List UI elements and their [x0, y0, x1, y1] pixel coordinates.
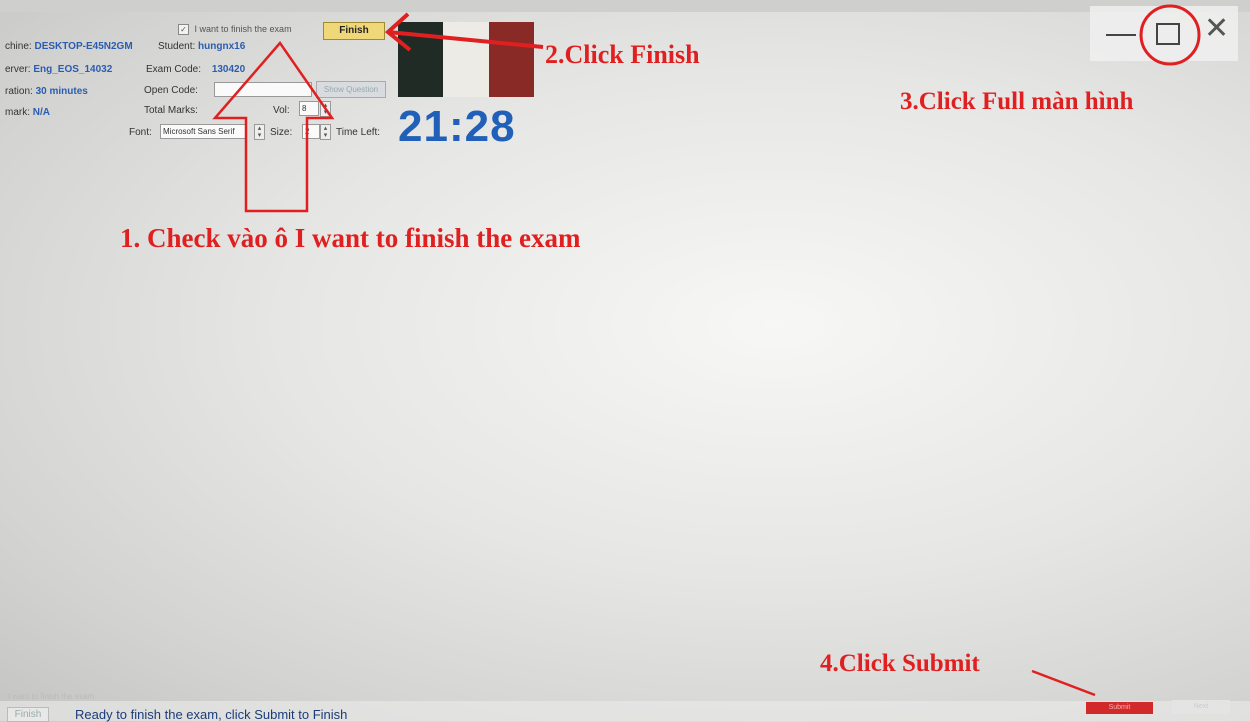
annotation-step4: 4.Click Submit [820, 650, 980, 677]
font-label: Font: [129, 127, 152, 138]
finish-checkbox-label: I want to finish the exam [194, 24, 292, 34]
server-row: erver: Eng_EOS_14032 [5, 64, 112, 75]
server-label: erver: [5, 64, 31, 75]
vol-stepper[interactable]: ▴ ▾ [320, 101, 331, 117]
server-value: Eng_EOS_14032 [33, 64, 113, 75]
font-select[interactable]: Microsoft Sans Serif [160, 124, 246, 139]
machine-value: DESKTOP-E45N2GM [34, 41, 133, 52]
finish-button[interactable]: Finish [323, 22, 385, 40]
annotation-step3: 3.Click Full màn hình [900, 88, 1134, 115]
mark-row: mark: N/A [5, 107, 50, 118]
exam-code-value: 130420 [211, 64, 246, 75]
status-note: I want to finish the exam [8, 692, 95, 701]
open-code-input[interactable] [214, 82, 312, 97]
minimize-icon[interactable] [1106, 34, 1136, 36]
duration-row: ration: 30 minutes [5, 86, 88, 97]
status-finish-button[interactable]: Finish [7, 707, 49, 722]
maximize-icon[interactable] [1156, 23, 1180, 45]
vol-input[interactable]: 8 [299, 101, 319, 116]
flag-image [398, 22, 534, 97]
machine-label: chine: [5, 41, 32, 52]
top-strip [0, 0, 1250, 12]
time-left-label: Time Left: [336, 127, 381, 138]
total-marks-label: Total Marks: [144, 105, 198, 116]
submit-pointer-line [1031, 669, 1096, 697]
duration-value: 30 minutes [35, 86, 88, 97]
annotation-step2: 2.Click Finish [545, 40, 700, 69]
size-input[interactable]: 2 [302, 124, 320, 139]
font-stepper[interactable]: ▴ ▾ [254, 124, 265, 140]
time-left-value: 21:28 [398, 102, 516, 151]
exam-code-row: Exam Code: 130420 [146, 64, 245, 75]
open-code-label: Open Code: [144, 85, 198, 96]
finish-checkbox[interactable]: ✓ [178, 24, 189, 36]
duration-label: ration: [5, 86, 33, 97]
flag-stripe [398, 22, 444, 97]
finish-checkbox-row[interactable]: ✓ I want to finish the exam [178, 24, 292, 36]
flag-stripe [443, 22, 489, 97]
submit-button[interactable]: Submit [1086, 702, 1153, 714]
window-controls: ✕ [1090, 6, 1238, 61]
size-label: Size: [270, 127, 293, 138]
student-value: hungnx16 [198, 41, 246, 52]
machine-row: chine: DESKTOP-E45N2GM [5, 41, 133, 52]
show-question-button[interactable]: Show Question [316, 81, 386, 98]
annotation-step1: 1. Check vào ô I want to finish the exam [120, 223, 581, 253]
vol-label: Vol: [273, 105, 290, 116]
flag-stripe [488, 22, 534, 97]
mark-label: mark: [5, 107, 30, 118]
next-button[interactable]: Next [1172, 700, 1230, 714]
student-label: Student: [158, 41, 196, 52]
status-message: Ready to finish the exam, click Submit t… [75, 707, 348, 722]
student-row: Student: hungnx16 [158, 41, 245, 52]
size-stepper[interactable]: ▴ ▾ [320, 124, 331, 140]
mark-value: N/A [32, 107, 51, 118]
exam-code-label: Exam Code: [146, 64, 202, 75]
close-icon[interactable]: ✕ [1204, 14, 1229, 44]
